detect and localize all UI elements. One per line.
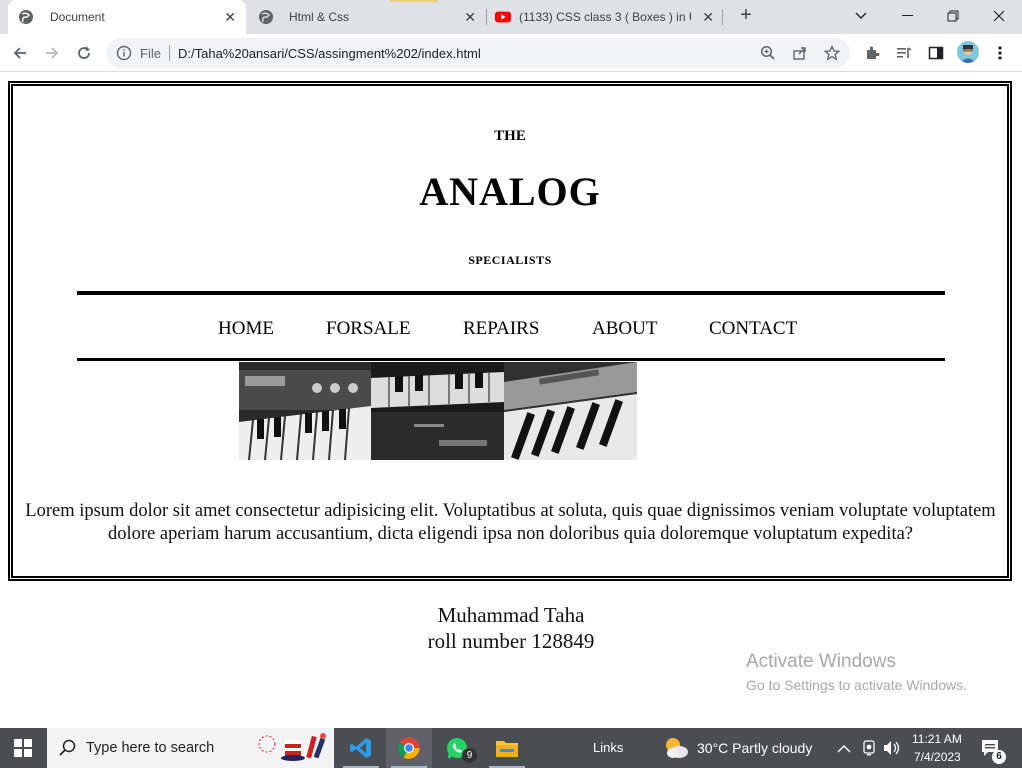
nav-forsale[interactable]: FORSALE <box>326 318 410 340</box>
weather-text[interactable]: 30°C Partly cloudy <box>697 740 812 756</box>
clock-date[interactable]: 7/4/2023 <box>914 750 961 764</box>
reload-button[interactable] <box>72 41 96 65</box>
site-frame: THE ANALOG SPECIALISTS HOME FORSALE REPA… <box>8 81 1012 581</box>
brand-title: ANALOG <box>419 169 601 214</box>
search-icon <box>59 739 77 762</box>
globe-icon <box>258 9 274 25</box>
activate-windows-subtitle: Go to Settings to activate Windows. <box>746 677 967 693</box>
side-panel-icon[interactable] <box>924 41 948 65</box>
back-button[interactable] <box>8 41 32 65</box>
address-separator <box>169 45 170 61</box>
nav-contact[interactable]: CONTACT <box>709 318 797 340</box>
restore-button[interactable] <box>940 5 966 27</box>
author-name: Muhammad Taha <box>437 603 585 627</box>
tab-title: (1133) CSS class 3 ( Boxes ) in Urdu <box>519 10 691 24</box>
meet-now-icon[interactable] <box>861 739 877 762</box>
notification-count-badge: 6 <box>992 750 1006 764</box>
links-toolbar-label[interactable]: Links <box>593 740 623 755</box>
show-hidden-icons-chevron-icon[interactable] <box>837 741 851 759</box>
taskbar-search[interactable]: Type here to search <box>47 728 334 768</box>
close-tab-icon[interactable]: ✕ <box>224 9 236 26</box>
forward-button[interactable] <box>40 41 64 65</box>
tab-document[interactable]: Document ✕ <box>8 0 246 34</box>
brand-suffix: SPECIALISTS <box>468 253 552 267</box>
zoom-icon[interactable] <box>758 43 778 63</box>
new-tab-button[interactable]: + <box>735 5 757 27</box>
tab-title: Html & Css <box>289 10 349 24</box>
tab-separator <box>722 9 723 25</box>
site-info-icon[interactable] <box>116 45 132 66</box>
clock-time[interactable]: 11:21 AM <box>912 732 962 746</box>
volume-icon[interactable] <box>883 740 901 761</box>
reading-list-icon[interactable] <box>892 41 916 65</box>
whatsapp-icon[interactable]: 9 <box>434 728 480 768</box>
tab-title: Document <box>50 10 105 24</box>
address-bar[interactable]: File D:/Taha%20ansari/CSS/assingment%202… <box>106 38 850 68</box>
main-nav: HOME FORSALE REPAIRS ABOUT CONTACT <box>77 291 945 361</box>
menu-kebab-icon[interactable] <box>988 41 1012 65</box>
close-window-button[interactable] <box>986 5 1012 27</box>
minimize-button[interactable] <box>895 5 921 27</box>
bookmark-star-icon[interactable] <box>822 43 842 63</box>
fourth-of-july-doodle-icon <box>257 730 331 768</box>
globe-icon <box>18 9 34 25</box>
chrome-icon[interactable] <box>386 728 432 768</box>
tab-separator <box>486 9 487 25</box>
whatsapp-badge: 9 <box>462 748 477 763</box>
browser-toolbar: File D:/Taha%20ansari/CSS/assingment%202… <box>0 34 1022 72</box>
tab-html-css[interactable]: Html & Css ✕ <box>248 0 486 34</box>
windows-start-icon[interactable] <box>0 728 46 768</box>
windows-taskbar: Type here to search 9 Links 30°C Partly … <box>0 728 1022 768</box>
extensions-puzzle-icon[interactable] <box>860 41 884 65</box>
search-placeholder: Type here to search <box>86 740 215 756</box>
profile-avatar[interactable] <box>957 41 979 63</box>
tab-youtube[interactable]: (1133) CSS class 3 ( Boxes ) in Urdu ✕ <box>488 0 722 34</box>
file-scheme-label: File <box>140 46 161 61</box>
browser-tab-strip: Document ✕ Html & Css ✕ (1133) CSS class… <box>0 0 1022 34</box>
tab-search-icon[interactable] <box>848 5 874 27</box>
vscode-icon[interactable] <box>338 728 384 768</box>
file-explorer-icon[interactable] <box>484 728 530 768</box>
nav-home[interactable]: HOME <box>218 318 274 340</box>
youtube-icon <box>495 9 511 25</box>
partly-cloudy-icon <box>662 735 690 766</box>
nav-repairs[interactable]: REPAIRS <box>463 318 539 340</box>
hero-keyboard-image <box>239 362 637 460</box>
page-viewport: THE ANALOG SPECIALISTS HOME FORSALE REPA… <box>0 73 1022 728</box>
share-icon[interactable] <box>790 43 810 63</box>
close-tab-icon[interactable]: ✕ <box>464 9 476 26</box>
activate-windows-title: Activate Windows <box>746 651 896 672</box>
brand-prefix: THE <box>494 128 526 144</box>
intro-paragraph: Lorem ipsum dolor sit amet consectetur a… <box>25 501 996 544</box>
url-text[interactable]: D:/Taha%20ansari/CSS/assingment%202/inde… <box>178 46 481 61</box>
close-tab-icon[interactable]: ✕ <box>702 9 714 26</box>
nav-about[interactable]: ABOUT <box>592 318 657 340</box>
